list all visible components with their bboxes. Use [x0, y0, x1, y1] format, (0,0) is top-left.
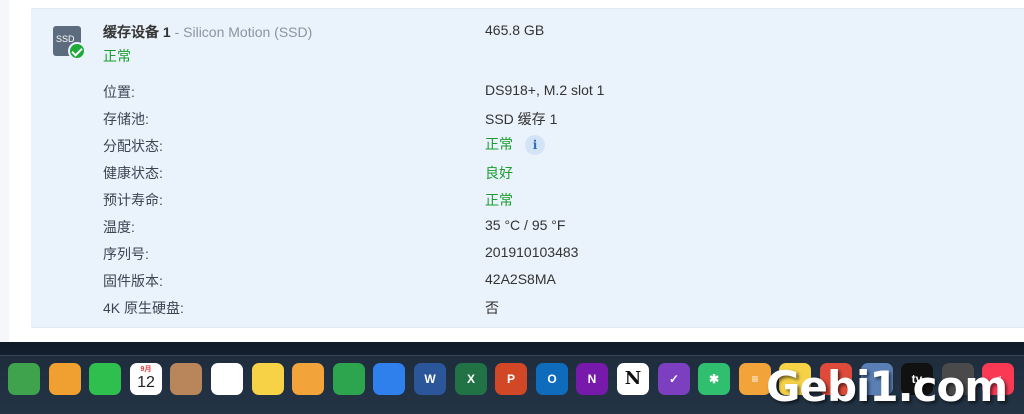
- firmware-label: 固件版本:: [103, 273, 163, 289]
- device-size: 465.8 GB: [485, 22, 545, 38]
- onenote-icon[interactable]: N: [576, 363, 608, 395]
- temperature-value: 35 °C / 95 °F: [485, 217, 566, 233]
- pages-icon[interactable]: [292, 363, 324, 395]
- info-icon[interactable]: i: [525, 135, 545, 156]
- estimated-life-value: 正常: [485, 192, 513, 208]
- numbers-icon[interactable]: [333, 363, 365, 395]
- 4k-native-value: 否: [485, 300, 499, 316]
- notes-icon[interactable]: [252, 363, 284, 395]
- estimated-life-label: 预计寿命:: [103, 192, 163, 208]
- location-label: 位置:: [103, 84, 135, 100]
- cache-device-panel: SSD 缓存设备 1 - Silicon Motion (SSD) 正常 465…: [31, 8, 1024, 328]
- health-status-label: 健康状态:: [103, 165, 163, 181]
- 4k-native-label: 4K 原生硬盘:: [103, 300, 184, 316]
- allocation-status-label: 分配状态:: [103, 138, 163, 154]
- facetime-icon[interactable]: [89, 363, 121, 395]
- watermark: Gebi1.com: [766, 362, 1008, 411]
- allocation-status-value: 正常: [485, 136, 513, 152]
- location-value: DS918+, M.2 slot 1: [485, 82, 605, 98]
- serial-number-label: 序列号:: [103, 246, 149, 262]
- device-vendor: - Silicon Motion (SSD): [170, 24, 313, 40]
- notion-icon[interactable]: N: [617, 363, 649, 395]
- device-name: 缓存设备 1: [103, 24, 171, 40]
- reminders-icon[interactable]: [211, 363, 243, 395]
- photos-icon[interactable]: [49, 363, 81, 395]
- mindnode-icon[interactable]: ✱: [698, 363, 730, 395]
- powerpoint-icon[interactable]: P: [495, 363, 527, 395]
- maps-icon[interactable]: [8, 363, 40, 395]
- check-icon: [68, 42, 86, 60]
- storage-pool-label: 存储池:: [103, 111, 149, 127]
- omnifocus-icon[interactable]: ✓: [658, 363, 690, 395]
- ssd-status-icon: SSD: [53, 26, 86, 60]
- serial-number-value: 201910103483: [485, 244, 579, 260]
- contacts-icon[interactable]: [170, 363, 202, 395]
- calendar-month: 9月: [140, 366, 152, 373]
- device-title: 缓存设备 1 - Silicon Motion (SSD): [103, 22, 312, 42]
- keynote-icon[interactable]: [373, 363, 405, 395]
- device-status: 正常: [103, 48, 131, 64]
- outlook-icon[interactable]: O: [536, 363, 568, 395]
- firmware-value: 42A2S8MA: [485, 271, 556, 287]
- word-icon[interactable]: W: [414, 363, 446, 395]
- allocation-status-row: 正常 i: [485, 134, 545, 156]
- calendar-day: 12: [137, 374, 155, 391]
- storage-pool-value: SSD 缓存 1: [485, 111, 558, 127]
- temperature-label: 温度:: [103, 219, 135, 235]
- health-status-value: 良好: [485, 165, 513, 181]
- excel-icon[interactable]: X: [455, 363, 487, 395]
- calendar-icon[interactable]: 9月 12: [130, 363, 162, 395]
